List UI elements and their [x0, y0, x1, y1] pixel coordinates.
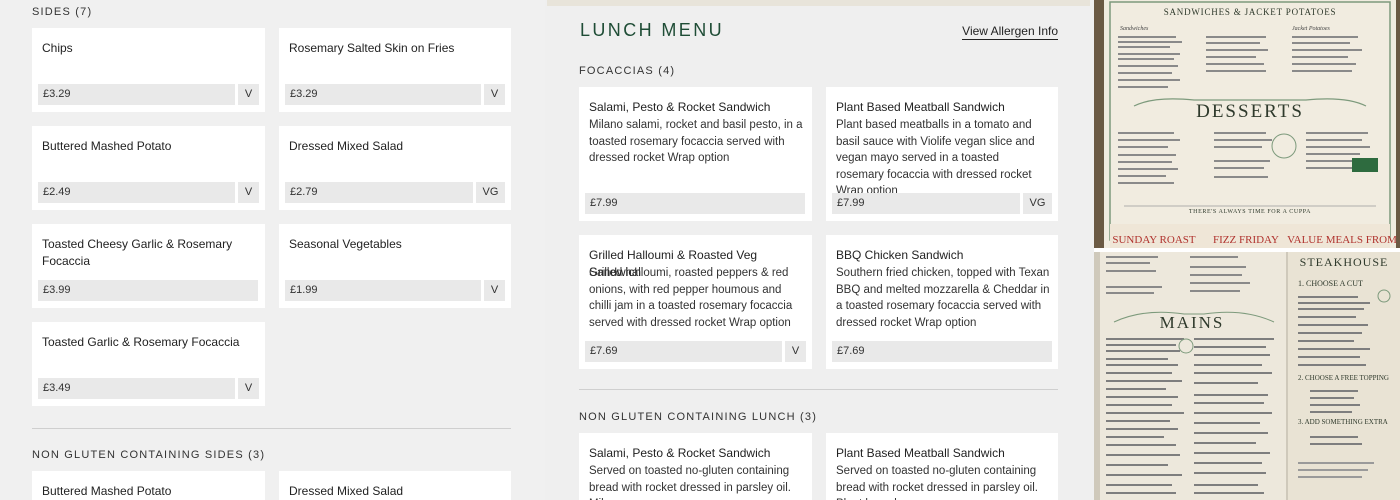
- item-name: Toasted Cheesy Garlic & Rosemary Focacci…: [42, 237, 233, 268]
- item-description: Grilled halloumi, roasted peppers & red …: [589, 267, 793, 329]
- sandwiches-subheader: Sandwiches: [1120, 26, 1149, 32]
- side-item-chips[interactable]: Chips £3.29 V: [32, 28, 265, 112]
- step-choose-cut: 1. CHOOSE A CUT: [1298, 279, 1363, 288]
- item-name: Plant Based Meatball Sandwich: [836, 100, 1005, 114]
- ng-lunch-item-salami[interactable]: Salami, Pesto & Rocket Sandwich Served o…: [579, 433, 812, 500]
- focaccias-heading: FOCACCIAS (4): [579, 65, 676, 77]
- item-name: Buttered Mashed Potato: [42, 139, 172, 153]
- item-price: £7.99: [585, 193, 805, 214]
- item-name: Toasted Garlic & Rosemary Focaccia: [42, 335, 240, 349]
- sunday-roast-banner: SUNDAY ROAST: [1112, 234, 1196, 246]
- page-title: LUNCH MENU: [580, 20, 725, 40]
- side-item-mashed-potato[interactable]: Buttered Mashed Potato £2.49 V: [32, 126, 265, 210]
- focaccia-item-salami[interactable]: Salami, Pesto & Rocket Sandwich Milano s…: [579, 87, 812, 221]
- step-add-extra: 3. ADD SOMETHING EXTRA: [1298, 418, 1388, 426]
- item-name: Salami, Pesto & Rocket Sandwich: [589, 446, 771, 460]
- menu-photo-gallery: SANDWICHES & JACKET POTATOES Sandwiches …: [1094, 0, 1400, 500]
- item-price: £3.49: [38, 378, 235, 399]
- item-price: £2.49: [38, 182, 235, 203]
- menu-photo-mains[interactable]: MAINS STEAKHOUSE 1. CHOOSE A CUT 2. CHOO…: [1094, 252, 1400, 500]
- diet-badge: V: [238, 378, 259, 399]
- item-price: £3.29: [38, 84, 235, 105]
- diet-badge: V: [484, 84, 505, 105]
- side-item-seasonal-veg[interactable]: Seasonal Vegetables £1.99 V: [279, 224, 511, 308]
- item-name: Dressed Mixed Salad: [289, 139, 404, 153]
- item-name: Plant Based Meatball Sandwich: [836, 446, 1005, 460]
- item-name: Seasonal Vegetables: [289, 237, 402, 251]
- value-meals-banner: VALUE MEALS FROM: [1287, 234, 1397, 246]
- diet-badge: V: [238, 84, 259, 105]
- top-strip: [547, 0, 1090, 6]
- item-price: £3.99: [38, 280, 258, 301]
- jacket-subheader: Jacket Potatoes: [1292, 26, 1330, 32]
- item-name: BBQ Chicken Sandwich: [836, 248, 964, 262]
- section-divider: [579, 389, 1058, 390]
- desserts-heading-text: DESSERTS: [1196, 101, 1304, 122]
- side-item-garlic-focaccia[interactable]: Toasted Garlic & Rosemary Focaccia £3.49…: [32, 322, 265, 406]
- sides-panel: SIDES (7) Chips £3.29 V Rosemary Salted …: [0, 0, 545, 500]
- fizz-friday-banner: FIZZ FRIDAY: [1213, 234, 1279, 246]
- mains-heading-text: MAINS: [1160, 313, 1225, 332]
- focaccia-item-bbq-chicken[interactable]: BBQ Chicken Sandwich Southern fried chic…: [826, 235, 1058, 369]
- side-item-cheesy-focaccia[interactable]: Toasted Cheesy Garlic & Rosemary Focacci…: [32, 224, 265, 308]
- side-item-mixed-salad[interactable]: Dressed Mixed Salad £2.79 VG: [279, 126, 511, 210]
- ng-lunch-item-plant-meatball[interactable]: Plant Based Meatball Sandwich Served on …: [826, 433, 1058, 500]
- item-price: £3.29: [285, 84, 481, 105]
- diet-badge: V: [238, 182, 259, 203]
- item-description: Served on toasted no-gluten containing b…: [589, 465, 791, 500]
- diet-badge: VG: [1023, 193, 1052, 214]
- focaccia-item-plant-meatball[interactable]: Plant Based Meatball Sandwich Plant base…: [826, 87, 1058, 221]
- step-choose-topping: 2. CHOOSE A FREE TOPPING: [1298, 374, 1389, 382]
- side-item-rosemary-fries[interactable]: Rosemary Salted Skin on Fries £3.29 V: [279, 28, 511, 112]
- sides-heading: SIDES (7): [32, 6, 93, 18]
- sandwiches-header-text: SANDWICHES & JACKET POTATOES: [1164, 7, 1337, 17]
- lunch-menu-panel: LUNCH MENU View Allergen Info FOCACCIAS …: [547, 0, 1090, 500]
- section-divider: [32, 428, 511, 429]
- diet-badge: V: [484, 280, 505, 301]
- focaccia-item-halloumi[interactable]: Grilled Halloumi & Roasted Veg Sandwich …: [579, 235, 812, 369]
- ng-side-item-mixed-salad[interactable]: Dressed Mixed Salad: [279, 471, 511, 500]
- item-name: Dressed Mixed Salad: [289, 484, 404, 498]
- item-price: £7.69: [832, 341, 1052, 362]
- item-price: £2.79: [285, 182, 473, 203]
- item-description: Plant based meatballs in a tomato and ba…: [836, 119, 1035, 197]
- item-price: £1.99: [285, 280, 481, 301]
- ng-lunch-heading: NON GLUTEN CONTAINING LUNCH (3): [579, 411, 818, 423]
- menu-photo-desserts[interactable]: SANDWICHES & JACKET POTATOES Sandwiches …: [1094, 0, 1400, 248]
- cuppa-banner: THERE'S ALWAYS TIME FOR A CUPPA: [1189, 209, 1311, 215]
- diet-badge: VG: [476, 182, 505, 203]
- item-description: Served on toasted no-gluten containing b…: [836, 465, 1038, 500]
- diet-badge: V: [785, 341, 806, 362]
- item-name: Salami, Pesto & Rocket Sandwich: [589, 100, 771, 114]
- ng-sides-heading: NON GLUTEN CONTAINING SIDES (3): [32, 449, 266, 461]
- item-description: Milano salami, rocket and basil pesto, i…: [589, 119, 803, 164]
- ng-side-item-mashed-potato[interactable]: Buttered Mashed Potato: [32, 471, 265, 500]
- item-price: £7.99: [832, 193, 1020, 214]
- item-name: Rosemary Salted Skin on Fries: [289, 41, 455, 55]
- item-price: £7.69: [585, 341, 782, 362]
- item-description: Southern fried chicken, topped with Texa…: [836, 267, 1050, 329]
- item-name: Chips: [42, 41, 73, 55]
- allergen-info-link[interactable]: View Allergen Info: [962, 24, 1058, 40]
- item-name: Buttered Mashed Potato: [42, 484, 172, 498]
- steakhouse-heading: STEAKHOUSE: [1300, 255, 1389, 269]
